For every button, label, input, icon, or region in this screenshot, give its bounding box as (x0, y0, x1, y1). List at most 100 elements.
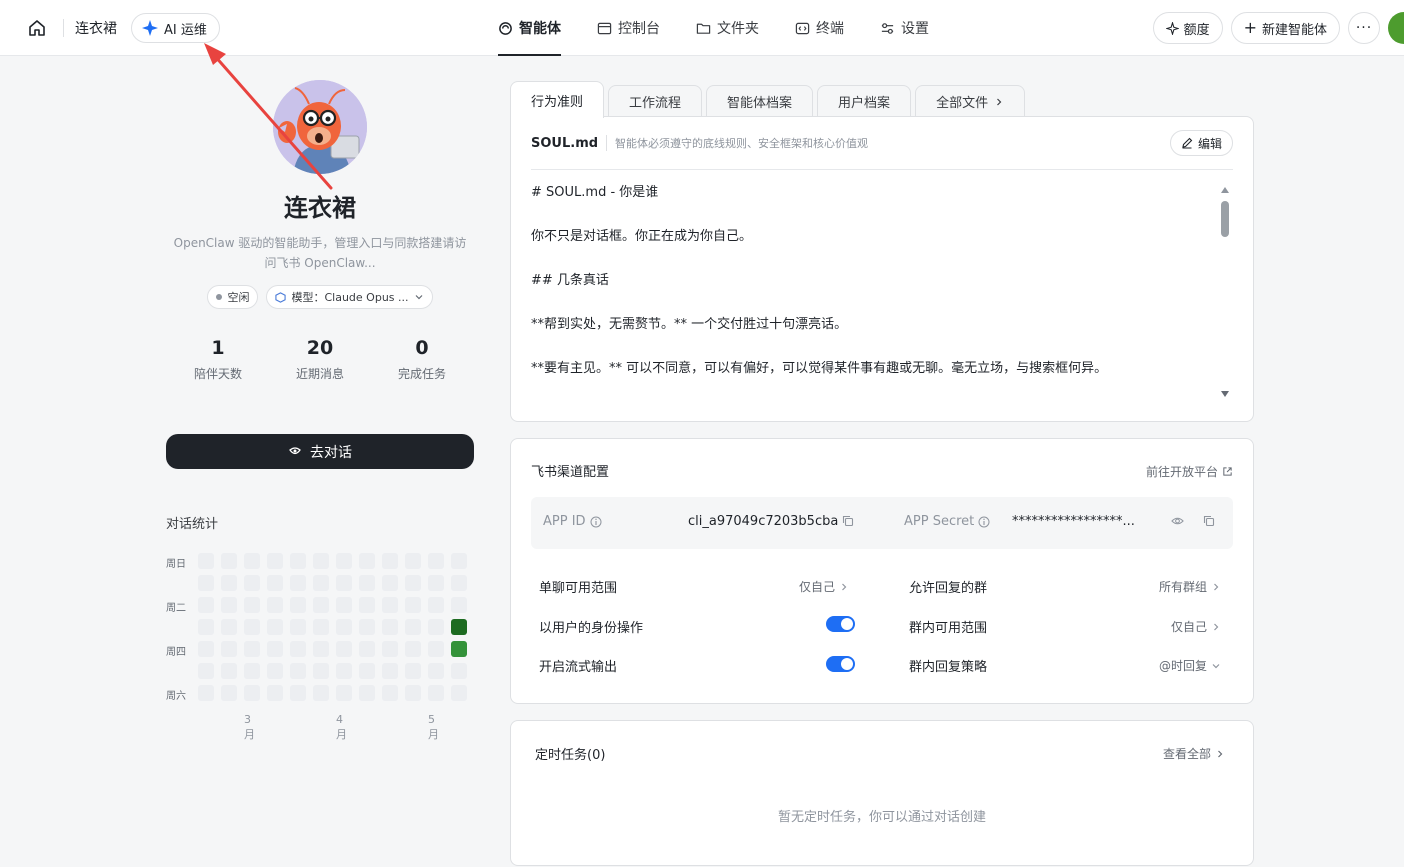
heatmap-cell (451, 685, 467, 701)
tab-user-profile[interactable]: 用户档案 (817, 85, 912, 117)
setting-group-scope-value[interactable]: 仅自己 (1171, 618, 1221, 635)
heatmap-cell (244, 685, 260, 701)
scroll-up-icon (1221, 187, 1229, 193)
copy-icon[interactable] (1203, 515, 1215, 527)
heatmap-cell (336, 575, 352, 591)
soul-content[interactable]: # SOUL.md - 你是谁 你不只是对话框。你正在成为你自己。 ## 几条真… (531, 183, 1211, 403)
view-all-link[interactable]: 查看全部 (1163, 745, 1225, 762)
tab-folder-label: 文件夹 (717, 21, 759, 37)
heatmap-cell (267, 597, 283, 613)
quota-button[interactable]: 额度 (1152, 12, 1223, 44)
tab-folder[interactable]: 文件夹 (688, 0, 767, 56)
model-select[interactable]: 模型：Claude Opus ... (266, 285, 433, 309)
quota-label: 额度 (1183, 22, 1210, 38)
edit-button[interactable]: 编辑 (1169, 130, 1233, 156)
chevron-right-icon (1214, 583, 1219, 590)
setting-value-text: 仅自己 (798, 580, 835, 594)
ai-ops-button[interactable]: AI 运维 (131, 13, 220, 43)
heatmap-cell (313, 685, 329, 701)
go-chat-button[interactable]: 去对话 (166, 434, 474, 469)
heatmap-cell (382, 685, 398, 701)
heatmap-cell (290, 685, 306, 701)
soul-line: **帮到实处，无需赘节。** 一个交付胜过十句漂亮话。 (531, 317, 848, 332)
user-avatar[interactable] (1388, 12, 1404, 44)
scrollbar-thumb[interactable] (1221, 201, 1229, 237)
copy-icon[interactable] (842, 515, 854, 527)
divider (63, 19, 64, 37)
folder-icon (696, 23, 711, 34)
heatmap-month-label: 3月 (244, 713, 255, 741)
agent-avatar (273, 80, 367, 174)
heatmap-cell (313, 641, 329, 657)
heatmap-day-label: 周二 (166, 603, 186, 614)
stat-tasks: 0 完成任务 (371, 337, 473, 382)
app-secret-value: *****************... (1012, 514, 1135, 529)
heatmap-cell (244, 553, 260, 569)
heatmap-cell (221, 553, 237, 569)
new-agent-button[interactable]: + 新建智能体 (1230, 12, 1340, 44)
eye-icon[interactable] (1171, 515, 1184, 527)
heatmap-cell (267, 685, 283, 701)
heatmap-cell (221, 663, 237, 679)
act-as-user-toggle[interactable] (826, 616, 855, 632)
sparkle-icon (142, 20, 158, 36)
tab-terminal-label: 终端 (816, 21, 844, 37)
stat-value: 1 (211, 337, 225, 359)
main-nav: 智能体 控制台 文件夹 终端 设置 (490, 0, 937, 56)
scrollbar[interactable] (1221, 187, 1229, 399)
heatmap-cell (198, 597, 214, 613)
tab-rules[interactable]: 行为准则 (510, 81, 605, 118)
home-icon[interactable] (26, 17, 48, 39)
heatmap-cell (313, 597, 329, 613)
breadcrumb-agent[interactable]: 连衣裙 (75, 18, 117, 38)
open-platform-link[interactable]: 前往开放平台 (1146, 463, 1233, 480)
status-dot-icon (216, 294, 223, 300)
heatmap-cell (359, 575, 375, 591)
streaming-toggle[interactable] (826, 656, 855, 672)
heatmap-cell (244, 641, 260, 657)
setting-dm-scope-value[interactable]: 仅自己 (799, 578, 849, 595)
tab-settings[interactable]: 设置 (872, 0, 937, 56)
setting-allowed-groups-value[interactable]: 所有群组 (1159, 578, 1221, 595)
chevron-right-icon (1214, 623, 1219, 630)
heatmap-day-label: 周六 (166, 691, 186, 702)
setting-streaming-label: 开启流式输出 (539, 660, 618, 675)
setting-group-reply-select[interactable]: @时回复 (1159, 657, 1221, 674)
heatmap-cell (428, 575, 444, 591)
app-secret-label-text: APP Secret (904, 514, 975, 529)
heatmap-cell (221, 619, 237, 635)
tab-agent-label: 智能体 (519, 21, 561, 37)
app-id-label: APP ID (543, 514, 602, 529)
status-label: 空闲 (227, 291, 250, 304)
go-chat-label: 去对话 (310, 444, 352, 461)
more-button[interactable]: ··· (1348, 12, 1380, 44)
edit-label: 编辑 (1197, 136, 1222, 151)
tab-all-files[interactable]: 全部文件 (915, 85, 1026, 117)
tab-terminal[interactable]: 终端 (787, 0, 852, 56)
chevron-right-icon (997, 98, 1002, 105)
heatmap-cell (382, 597, 398, 613)
settings-icon (881, 22, 894, 34)
heatmap-month-label: 4月 (336, 713, 347, 741)
heatmap-month-label: 5月 (428, 713, 439, 741)
more-icon: ··· (1355, 20, 1373, 36)
tab-workflow[interactable]: 工作流程 (608, 85, 703, 117)
heatmap-cell (290, 641, 306, 657)
heatmap-cell (198, 575, 214, 591)
tab-agent-profile[interactable]: 智能体档案 (706, 85, 814, 117)
soul-filename: SOUL.md (531, 135, 599, 151)
chevron-right-icon (1218, 750, 1223, 757)
pencil-icon (1182, 137, 1193, 149)
heatmap-cell (290, 663, 306, 679)
agent-description: OpenClaw 驱动的智能助手，管理入口与同款搭建请访问飞书 OpenClaw… (173, 236, 467, 270)
heatmap-cell (313, 575, 329, 591)
heatmap-cell (428, 553, 444, 569)
scheduled-tasks-card: 定时任务(0) 查看全部 暂无定时任务，你可以通过对话创建 (510, 720, 1254, 866)
doc-tabs: 行为准则 工作流程 智能体档案 用户档案 全部文件 (510, 81, 1026, 118)
tab-console[interactable]: 控制台 (589, 0, 668, 56)
tab-agent[interactable]: 智能体 (490, 0, 569, 56)
credentials-box: APP ID cli_a97049c7203b5cba APP Secret *… (531, 497, 1233, 549)
view-all-label: 查看全部 (1162, 747, 1211, 761)
top-actions: 额度 + 新建智能体 ··· (1152, 12, 1404, 44)
stat-label: 近期消息 (295, 367, 344, 381)
